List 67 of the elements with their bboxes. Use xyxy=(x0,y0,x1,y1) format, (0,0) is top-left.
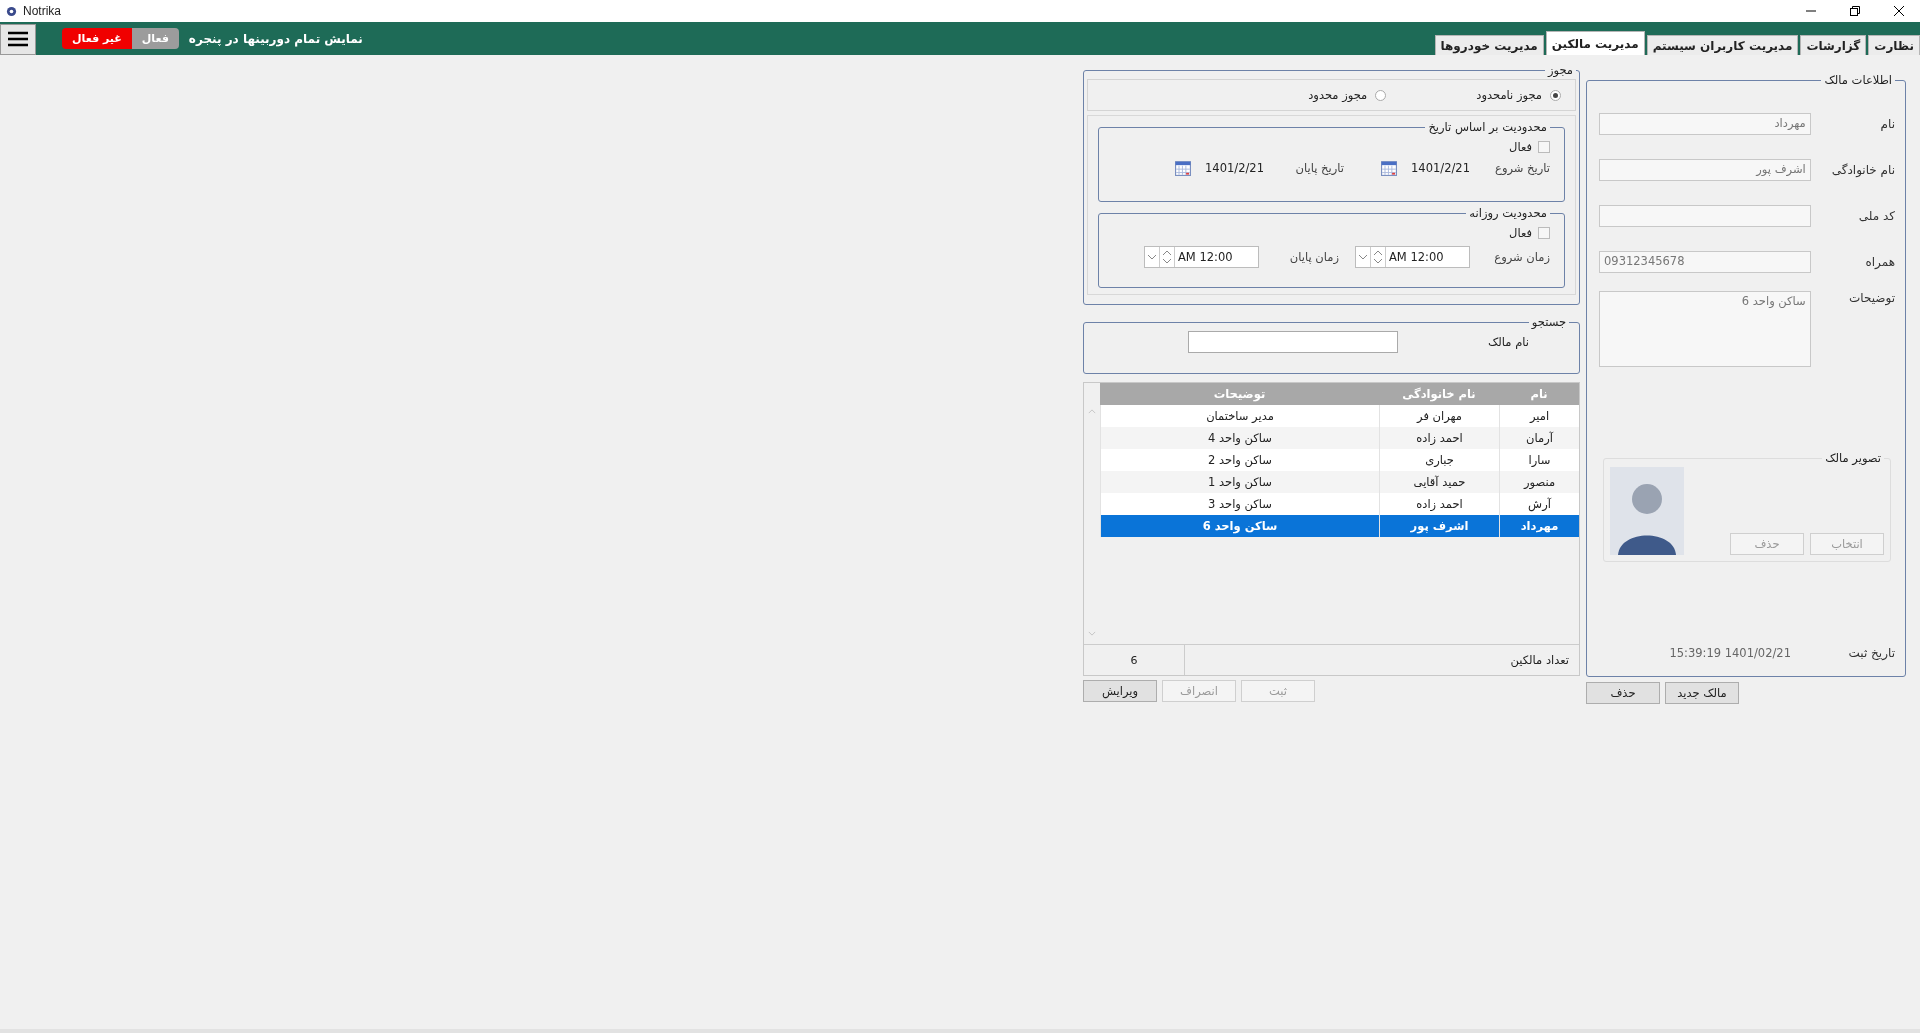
field-label: تاریخ ثبت xyxy=(1847,646,1895,660)
group-title: محدودیت بر اساس تاریخ xyxy=(1427,120,1548,134)
search-field[interactable] xyxy=(1188,331,1399,353)
owner-action-button[interactable]: حذف xyxy=(1586,682,1660,704)
radio-option[interactable]: مجوز محدود xyxy=(1308,88,1387,102)
spinner-arrows-icon[interactable] xyxy=(1370,247,1386,267)
time-picker[interactable]: AM 12:00 xyxy=(1144,246,1259,268)
app-icon xyxy=(6,5,17,17)
table-row[interactable]: آرش احمد زاده ساکن واحد 3 xyxy=(1100,493,1579,515)
tab[interactable]: نظارت xyxy=(1868,35,1920,55)
group-title: اطلاعات مالک xyxy=(1823,73,1893,87)
tab[interactable]: مدیریت مالکین xyxy=(1545,31,1645,55)
radio-button[interactable] xyxy=(1375,89,1387,101)
field-label: نام مالک xyxy=(1488,335,1529,349)
field-label: توضیحات xyxy=(1847,291,1895,305)
checkbox[interactable] xyxy=(1538,227,1550,239)
table-row[interactable]: منصور حمید آقایی ساکن واحد 1 xyxy=(1100,471,1579,493)
group-title: محدودیت روزانه xyxy=(1468,206,1548,220)
camera-toggle-label: نمایش تمام دوربینها در پنجره xyxy=(188,31,363,46)
table-cell: مهرداد xyxy=(1499,515,1579,537)
table-row[interactable]: سارا جباری ساکن واحد 2 xyxy=(1100,449,1579,471)
field-label: نام xyxy=(1879,117,1895,131)
menu-button[interactable] xyxy=(0,23,36,55)
time-picker[interactable]: AM 12:00 xyxy=(1355,246,1470,268)
calendar-icon[interactable] xyxy=(1175,160,1192,176)
radio-button[interactable] xyxy=(1550,89,1561,101)
radio-option[interactable]: مجوز نامحدود xyxy=(1476,88,1561,102)
active-checkbox[interactable]: فعال xyxy=(1109,140,1550,154)
field-label: همراه xyxy=(1864,255,1895,269)
field-label: زمان شروع xyxy=(1493,250,1550,264)
input-field[interactable] xyxy=(1599,205,1811,227)
window-title: Notrika xyxy=(23,4,61,18)
tab[interactable]: مدیریت خودروها xyxy=(1434,35,1544,55)
tab[interactable]: گزارشات xyxy=(1800,35,1867,55)
input-field[interactable]: مهرداد xyxy=(1599,113,1811,135)
notes-field[interactable]: ساکن واحد 6 xyxy=(1599,291,1811,367)
tab[interactable]: مدیریت کاربران سیستم xyxy=(1646,35,1799,55)
owner-count-value: 6 xyxy=(1084,645,1185,675)
group-title: تصویر مالک xyxy=(1824,451,1882,465)
field-label: تاریخ شروع xyxy=(1494,161,1550,175)
close-icon[interactable] xyxy=(1894,6,1904,16)
field-label: زمان پایان xyxy=(1288,250,1339,264)
menu-icon xyxy=(7,31,29,47)
table-row[interactable]: امیر مهران فر مدیر ساختمان xyxy=(1100,405,1579,427)
field-label: کد ملی xyxy=(1857,209,1895,223)
date-picker[interactable]: 1401/2/21 xyxy=(1154,160,1264,176)
spinner-arrows-icon[interactable] xyxy=(1159,247,1175,267)
registration-date: 15:39:19 1401/02/21 xyxy=(1669,646,1791,660)
toggle-option[interactable]: غیر فعال xyxy=(62,28,132,49)
owner-count-label: تعداد مالکین xyxy=(1509,653,1570,667)
active-checkbox[interactable]: فعال xyxy=(1109,226,1550,240)
restore-icon[interactable] xyxy=(1850,6,1860,16)
date-picker[interactable]: 1401/2/21 xyxy=(1360,160,1470,176)
checkbox[interactable] xyxy=(1538,141,1550,153)
group-title: مجوز xyxy=(1546,63,1574,77)
owner-action-button[interactable]: مالک جدید xyxy=(1665,682,1739,704)
input-field[interactable]: اشرف پور xyxy=(1599,159,1811,181)
table-cell: ساکن واحد 6 xyxy=(1100,515,1379,537)
table-row[interactable]: آرمان احمد زاده ساکن واحد 4 xyxy=(1100,427,1579,449)
field-label: نام خانوادگی xyxy=(1830,163,1895,177)
form-action-button[interactable]: ویرایش xyxy=(1083,680,1157,702)
calendar-icon[interactable] xyxy=(1381,160,1398,176)
group-title: جستجو xyxy=(1530,315,1567,329)
field-label: تاریخ پایان xyxy=(1294,161,1344,175)
table-row[interactable]: مهرداد اشرف پور ساکن واحد 6 xyxy=(1100,515,1579,537)
table-cell: اشرف پور xyxy=(1379,515,1499,537)
input-field[interactable]: 09312345678 xyxy=(1599,251,1811,273)
